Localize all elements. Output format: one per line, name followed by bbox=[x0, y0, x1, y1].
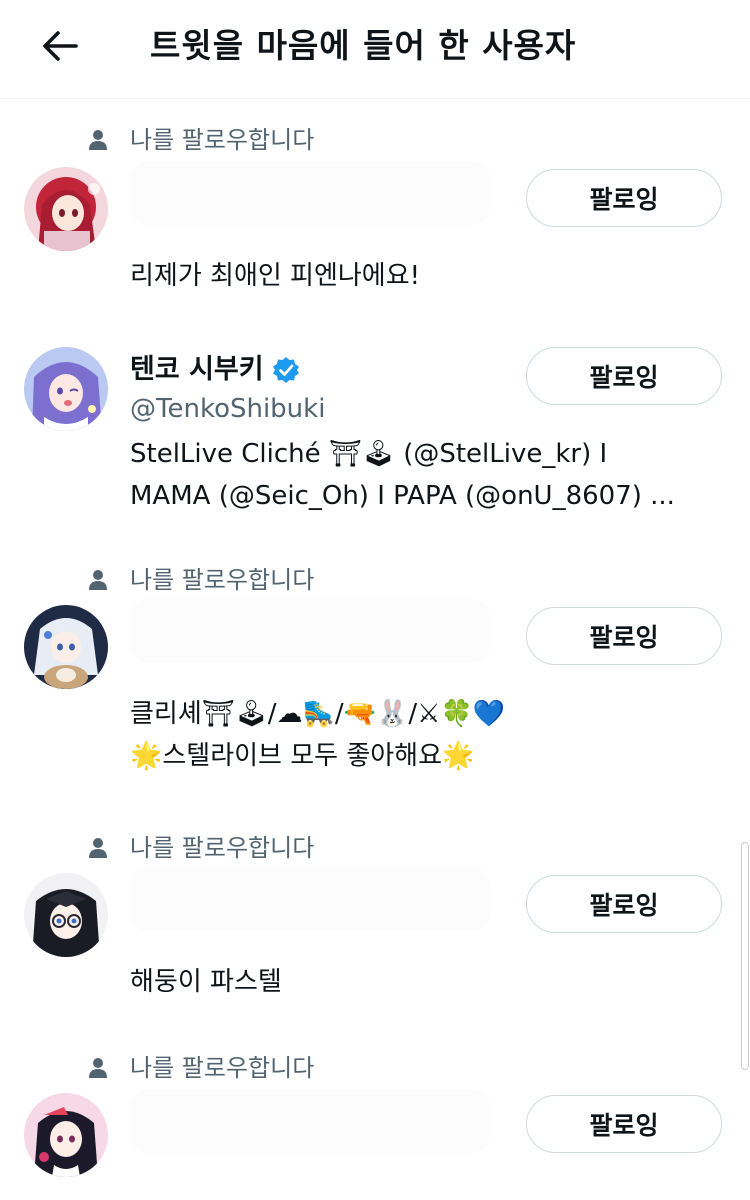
user-cell[interactable]: 나를 팔로우합니다 팔로잉 리제가 최애인 피엔나에요! bbox=[0, 99, 750, 327]
redacted-display-name bbox=[130, 1089, 490, 1153]
user-cell[interactable]: 텐코 시부키 @TenkoShibuki 팔로잉 StelLive Cliché… bbox=[0, 327, 750, 549]
redacted-display-name bbox=[130, 161, 490, 225]
redacted-display-name bbox=[130, 867, 490, 931]
follows-you-label: 나를 팔로우합니다 bbox=[130, 126, 315, 154]
person-icon bbox=[89, 1058, 107, 1078]
follows-you-label: 나를 팔로우합니다 bbox=[130, 834, 315, 862]
follows-you-indicator: 나를 팔로우합니다 bbox=[88, 125, 314, 155]
follows-you-label: 나를 팔로우합니다 bbox=[130, 566, 315, 594]
person-icon bbox=[89, 838, 107, 858]
user-cell[interactable]: 나를 팔로우합니다 팔로잉 bbox=[0, 1039, 750, 1200]
user-bio: 리제가 최애인 피엔나에요! bbox=[130, 261, 421, 291]
verified-badge-icon bbox=[272, 357, 299, 383]
back-button[interactable] bbox=[34, 20, 86, 72]
user-bio: 클리셰⛩🕹/☁🛼/🔫🐰/⚔🍀💙 🌟스텔라이브 모두 좋아해요🌟 bbox=[130, 699, 506, 771]
redacted-display-name bbox=[130, 599, 490, 663]
name-row: 텐코 시부키 bbox=[130, 353, 300, 387]
following-button[interactable]: 팔로잉 bbox=[526, 607, 722, 665]
scrollbar-thumb[interactable] bbox=[741, 842, 749, 1070]
following-button[interactable]: 팔로잉 bbox=[526, 169, 722, 227]
user-bio: 해둥이 파스텔 bbox=[130, 967, 282, 997]
user-bio: StelLive Cliché ⛩🕹 (@StelLive_kr) I MAMA… bbox=[130, 439, 675, 511]
user-cell[interactable]: 나를 팔로우합니다 팔로잉 클리셰⛩🕹/☁🛼/🔫🐰/⚔🍀💙 🌟스텔라이브 모두 … bbox=[0, 549, 750, 817]
person-icon bbox=[89, 130, 107, 150]
avatar[interactable] bbox=[24, 605, 108, 689]
page-title: 트윗을 마음에 들어 한 사용자 bbox=[150, 26, 577, 65]
user-cell[interactable]: 나를 팔로우합니다 팔로잉 해둥이 파스텔 bbox=[0, 817, 750, 1039]
follows-you-indicator: 나를 팔로우합니다 bbox=[88, 1053, 314, 1083]
top-app-bar: 트윗을 마음에 들어 한 사용자 bbox=[0, 0, 750, 99]
arrow-left-icon bbox=[43, 31, 78, 61]
user-handle: @TenkoShibuki bbox=[130, 394, 326, 424]
avatar[interactable] bbox=[24, 167, 108, 251]
display-name[interactable]: 텐코 시부키 bbox=[130, 353, 264, 387]
avatar[interactable] bbox=[24, 347, 108, 431]
follows-you-label: 나를 팔로우합니다 bbox=[130, 1054, 315, 1082]
person-icon bbox=[89, 570, 107, 590]
follows-you-indicator: 나를 팔로우합니다 bbox=[88, 565, 314, 595]
follows-you-indicator: 나를 팔로우합니다 bbox=[88, 833, 314, 863]
following-button[interactable]: 팔로잉 bbox=[526, 347, 722, 405]
avatar[interactable] bbox=[24, 1093, 108, 1177]
following-button[interactable]: 팔로잉 bbox=[526, 875, 722, 933]
avatar[interactable] bbox=[24, 873, 108, 957]
following-button[interactable]: 팔로잉 bbox=[526, 1095, 722, 1153]
